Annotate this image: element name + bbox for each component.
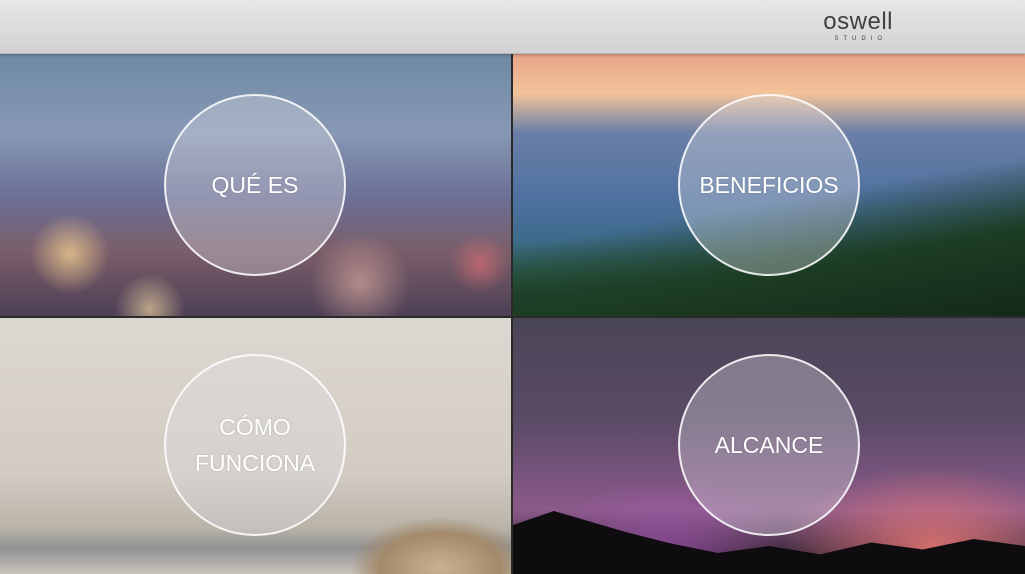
alcance-button[interactable]: ALCANCE: [678, 354, 860, 536]
que-es-label: QUÉ ES: [211, 172, 299, 198]
logo-wordmark: oswell: [823, 8, 893, 35]
tile-como-funciona[interactable]: CÓMO FUNCIONA: [0, 318, 511, 574]
tile-alcance[interactable]: ALCANCE: [513, 318, 1025, 574]
header-bar: oswell STUDIO: [0, 0, 1025, 54]
label-line-2: FUNCIONA: [194, 450, 316, 476]
label-line-1: CÓMO: [219, 414, 291, 440]
alcance-label: ALCANCE: [714, 432, 824, 458]
logo-subtitle: STUDIO: [834, 36, 887, 42]
que-es-button[interactable]: QUÉ ES: [164, 94, 346, 276]
oswell-studio-logo: oswell STUDIO: [823, 9, 893, 43]
como-funciona-label: CÓMO FUNCIONA: [195, 409, 315, 481]
beneficios-button[interactable]: BENEFICIOS: [678, 94, 860, 276]
tile-que-es[interactable]: QUÉ ES: [0, 54, 511, 316]
como-funciona-button[interactable]: CÓMO FUNCIONA: [164, 354, 346, 536]
tile-beneficios[interactable]: BENEFICIOS: [513, 54, 1025, 316]
beneficios-label: BENEFICIOS: [699, 172, 839, 198]
